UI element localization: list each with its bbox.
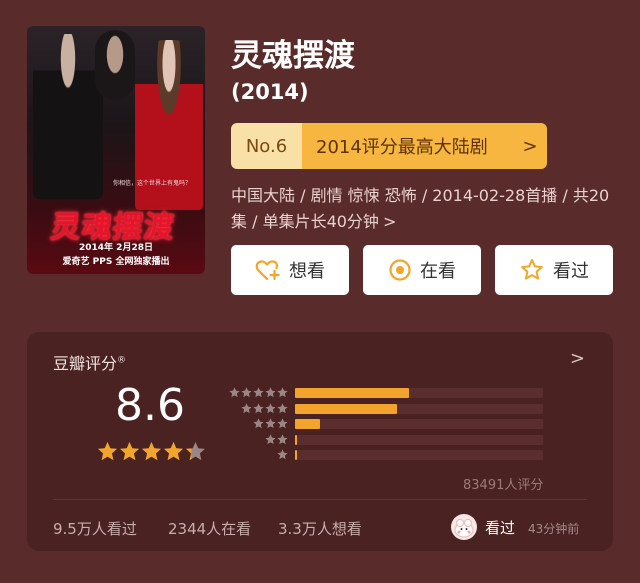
page-title: 灵魂摆渡 <box>231 38 355 74</box>
distribution-stars <box>229 387 288 398</box>
meta-text: 中国大陆 / 剧情 惊悚 恐怖 / 2014-02-28首播 / 共20集 / … <box>231 186 610 231</box>
poster-figure-middle <box>95 30 135 100</box>
poster-tagline: 你相信，这个世界上有鬼吗？ <box>113 180 192 187</box>
distribution-stars <box>277 449 288 460</box>
watching-button[interactable]: 在看 <box>363 245 481 295</box>
distribution-star <box>241 403 252 413</box>
watched-button[interactable]: 看过 <box>495 245 613 295</box>
watched-label: 看过 <box>553 261 589 282</box>
poster-image[interactable]: 你相信，这个世界上有鬼吗？ 灵魂摆渡 2014年 2月28日 爱奇艺 PPS 全… <box>27 26 205 274</box>
chevron-right-icon: > <box>513 123 547 169</box>
registered-mark: ® <box>117 355 127 366</box>
distribution-star <box>277 434 288 444</box>
my-status-time: 43分钟前 <box>528 522 580 536</box>
rating-star <box>186 442 205 461</box>
poster-date-line: 2014年 2月28日 <box>79 243 153 253</box>
target-circle-icon <box>388 258 412 282</box>
rating-star <box>142 442 161 461</box>
watching-count[interactable]: 2344人在看 <box>168 518 251 539</box>
rating-source-label: 豆瓣评分® <box>53 350 126 374</box>
distribution-star <box>265 403 276 413</box>
distribution-star <box>277 387 288 398</box>
rating-star <box>120 442 139 461</box>
want-count[interactable]: 3.3万人想看 <box>278 518 362 539</box>
distribution-star <box>253 387 264 398</box>
rating-card[interactable]: 豆瓣评分® > 8.6 83491人评分 9.5万人看过 2344人在看 3.3… <box>27 332 613 551</box>
distribution-star <box>241 387 252 398</box>
distribution-bar-fill <box>295 450 298 460</box>
rating-score: 8.6 <box>115 380 185 431</box>
distribution-stars <box>241 403 288 414</box>
rank-number: No.6 <box>231 123 302 169</box>
distribution-star <box>253 418 264 429</box>
rating-source-text: 豆瓣评分 <box>53 354 118 373</box>
rating-stars <box>97 441 206 462</box>
divider <box>53 499 587 500</box>
distribution-bar-fill <box>295 419 320 429</box>
release-year: (2014) <box>231 80 309 104</box>
avatar[interactable] <box>451 514 477 540</box>
distribution-bar-fill <box>295 388 410 398</box>
watched-count[interactable]: 9.5万人看过 <box>53 518 137 539</box>
distribution-bar-track <box>295 450 543 460</box>
distribution-bar-fill <box>295 434 298 445</box>
distribution-star <box>277 418 288 429</box>
my-status: 看过 <box>485 519 516 537</box>
rating-count: 83491人评分 <box>463 478 544 493</box>
distribution-star <box>229 387 240 398</box>
heart-plus-icon <box>255 258 281 282</box>
chevron-right-icon[interactable]: > <box>570 348 585 369</box>
poster-platform-line: 爱奇艺 PPS 全网独家播出 <box>62 257 170 267</box>
distribution-bar-track <box>295 388 543 398</box>
poster-figure-left <box>33 34 103 199</box>
star-outline-icon <box>519 258 545 282</box>
ranking-badge[interactable]: No.6 2014评分最高大陆剧 > <box>231 123 547 169</box>
distribution-star <box>265 418 276 429</box>
show-meta-info[interactable]: 中国大陆 / 剧情 惊悚 恐怖 / 2014-02-28首播 / 共20集 / … <box>231 183 621 235</box>
chevron-right-icon: > <box>382 212 397 231</box>
distribution-star <box>265 434 276 444</box>
rank-text: 2014评分最高大陆剧 <box>302 123 513 169</box>
distribution-star <box>277 403 288 413</box>
distribution-bar-fill <box>295 403 397 414</box>
watching-label: 在看 <box>420 261 456 282</box>
rating-star <box>164 442 183 461</box>
distribution-bar-track <box>295 419 543 429</box>
distribution-stars <box>265 434 288 445</box>
rating-star <box>98 442 117 461</box>
distribution-star <box>265 387 276 398</box>
distribution-stars <box>253 418 288 429</box>
distribution-bar-track <box>295 434 543 445</box>
distribution-bar-track <box>295 403 543 414</box>
distribution-star <box>253 403 264 413</box>
want-to-watch-label: 想看 <box>289 261 325 282</box>
distribution-star <box>277 449 288 460</box>
want-to-watch-button[interactable]: 想看 <box>231 245 349 295</box>
